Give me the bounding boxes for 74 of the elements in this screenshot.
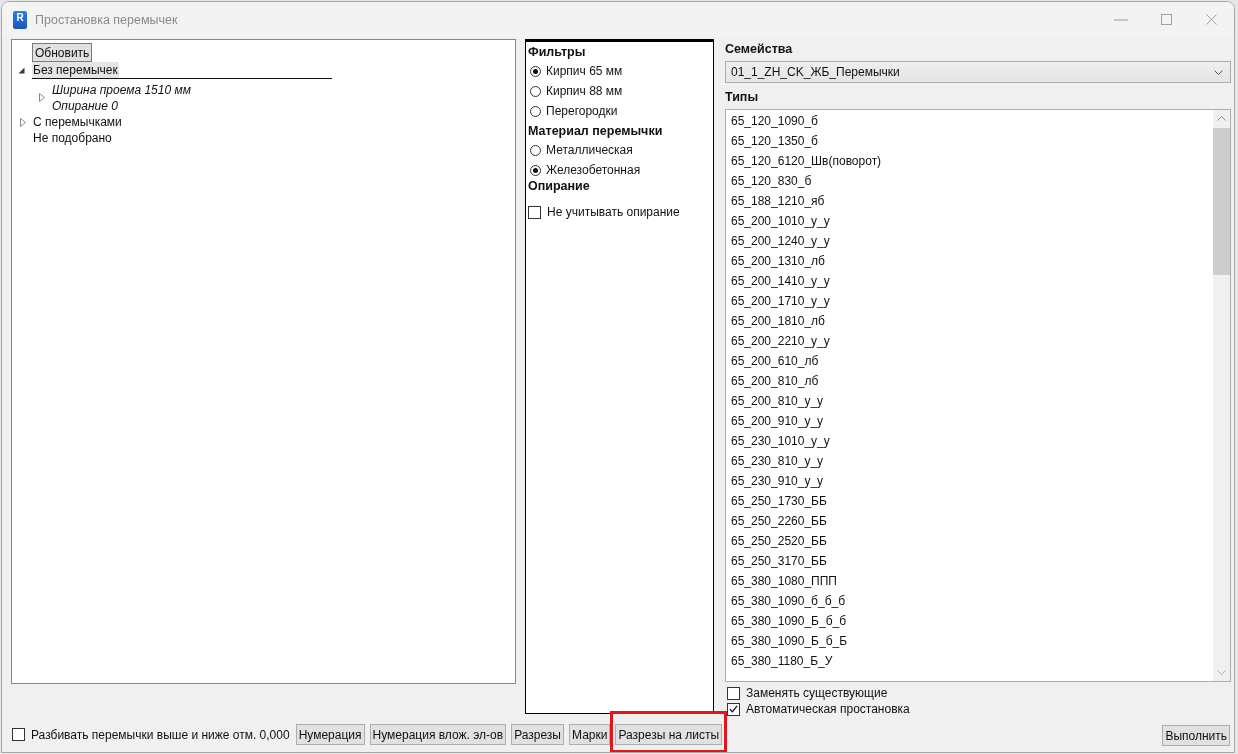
radio-button[interactable]: [530, 65, 541, 77]
radio-option[interactable]: Железобетонная: [528, 160, 713, 180]
list-item[interactable]: 65_230_1010_у_у: [726, 431, 1213, 451]
caret-down-icon[interactable]: [18, 66, 25, 74]
list-item[interactable]: 65_230_910_у_у: [726, 471, 1213, 491]
section-heading: Фильтры: [528, 44, 587, 61]
section-heading: Опирание: [528, 178, 591, 195]
list-item[interactable]: 65_250_3170_ББ: [726, 551, 1213, 571]
caret-right-icon[interactable]: [18, 117, 26, 127]
list-item[interactable]: 65_120_6120_Шв(поворот): [726, 151, 1213, 171]
section-heading: Материал перемычки: [528, 123, 664, 140]
tree-item[interactable]: Ширина проема 1510 мм Опирание 0: [51, 80, 192, 114]
action-button[interactable]: Разрезы: [511, 724, 564, 745]
action-button[interactable]: Нумерация влож. эл-ов: [369, 724, 507, 745]
list-item[interactable]: 65_120_830_б: [726, 171, 1213, 191]
radio-button[interactable]: [530, 144, 541, 156]
list-item[interactable]: 65_200_810_лб: [726, 371, 1213, 391]
checkbox[interactable]: [727, 702, 740, 716]
checkbox-option[interactable]: Автоматическая простановка: [727, 701, 1231, 717]
action-button[interactable]: Разрезы на листы: [615, 724, 723, 745]
list-item[interactable]: 65_380_1080_ППП: [726, 571, 1213, 591]
window-title: Простановка перемычек: [35, 12, 178, 27]
list-item[interactable]: 65_250_1730_ББ: [726, 491, 1213, 511]
refresh-button[interactable]: Обновить: [32, 43, 93, 62]
list-item[interactable]: 65_200_910_у_у: [726, 411, 1213, 431]
checkbox[interactable]: [12, 728, 25, 741]
tree-item[interactable]: Без перемычек: [32, 62, 119, 78]
tree-item[interactable]: С перемычками: [32, 114, 123, 130]
list-item[interactable]: 65_230_810_у_у: [726, 451, 1213, 471]
chevron-down-icon: [1214, 69, 1223, 75]
list-item[interactable]: 65_250_2520_ББ: [726, 531, 1213, 551]
scrollbar[interactable]: [1213, 110, 1230, 681]
list-item[interactable]: 65_200_1410_у_у: [726, 271, 1213, 291]
family-dropdown[interactable]: 01_1_ZH_CK_ЖБ_Перемычки: [725, 61, 1231, 83]
checkbox[interactable]: [528, 205, 541, 219]
list-item[interactable]: 65_120_1350_б: [726, 131, 1213, 151]
radio-option[interactable]: Металлическая: [528, 140, 713, 160]
app-logo: R: [13, 10, 27, 29]
radio-option[interactable]: Кирпич 65 мм: [528, 61, 713, 81]
families-label: Семейства: [725, 41, 794, 58]
checkbox-option[interactable]: Разбивать перемычки выше и ниже отм. 0,000: [12, 724, 290, 745]
radio-option[interactable]: Кирпич 88 мм: [528, 81, 713, 101]
list-item[interactable]: 65_188_1210_яб: [726, 191, 1213, 211]
action-button[interactable]: Нумерация: [295, 724, 365, 745]
list-item[interactable]: 65_200_1310_лб: [726, 251, 1213, 271]
list-item[interactable]: 65_250_2260_ББ: [726, 511, 1213, 531]
tree-item[interactable]: Не подобрано: [32, 130, 113, 146]
chevron-up-icon[interactable]: [1217, 116, 1226, 121]
list-item[interactable]: 65_200_1810_лб: [726, 311, 1213, 331]
list-item[interactable]: 65_200_610_лб: [726, 351, 1213, 371]
list-item[interactable]: 65_380_1090_Б_б_Б: [726, 631, 1213, 651]
list-item[interactable]: 65_200_1710_у_у: [726, 291, 1213, 311]
checkbox[interactable]: [727, 686, 740, 700]
list-item[interactable]: 65_380_1090_Б_б_б: [726, 611, 1213, 631]
radio-button[interactable]: [530, 164, 541, 176]
list-item[interactable]: 65_200_1240_у_у: [726, 231, 1213, 251]
list-item[interactable]: 65_120_1090_б: [726, 111, 1213, 131]
list-item[interactable]: 65_380_1090_б_б_б: [726, 591, 1213, 611]
caret-right-icon[interactable]: [37, 92, 45, 102]
checkbox-option[interactable]: Не учитывать опирание: [528, 202, 713, 222]
list-item[interactable]: 65_200_810_у_у: [726, 391, 1213, 411]
run-button[interactable]: Выполнить: [1162, 725, 1230, 746]
checkbox-option[interactable]: Заменять существующие: [727, 685, 1231, 701]
checkmark-icon: [729, 705, 738, 713]
types-label: Типы: [725, 89, 760, 106]
scrollbar-thumb[interactable]: [1213, 128, 1230, 275]
radio-button[interactable]: [530, 105, 541, 117]
radio-option[interactable]: Перегородки: [528, 101, 713, 121]
action-button[interactable]: Марки: [569, 724, 611, 745]
list-item[interactable]: 65_200_2210_у_у: [726, 331, 1213, 351]
list-item[interactable]: 65_200_1010_у_у: [726, 211, 1213, 231]
list-item[interactable]: 65_380_1180_Б_У: [726, 651, 1213, 671]
radio-button[interactable]: [530, 85, 541, 97]
types-list[interactable]: [725, 109, 1231, 682]
